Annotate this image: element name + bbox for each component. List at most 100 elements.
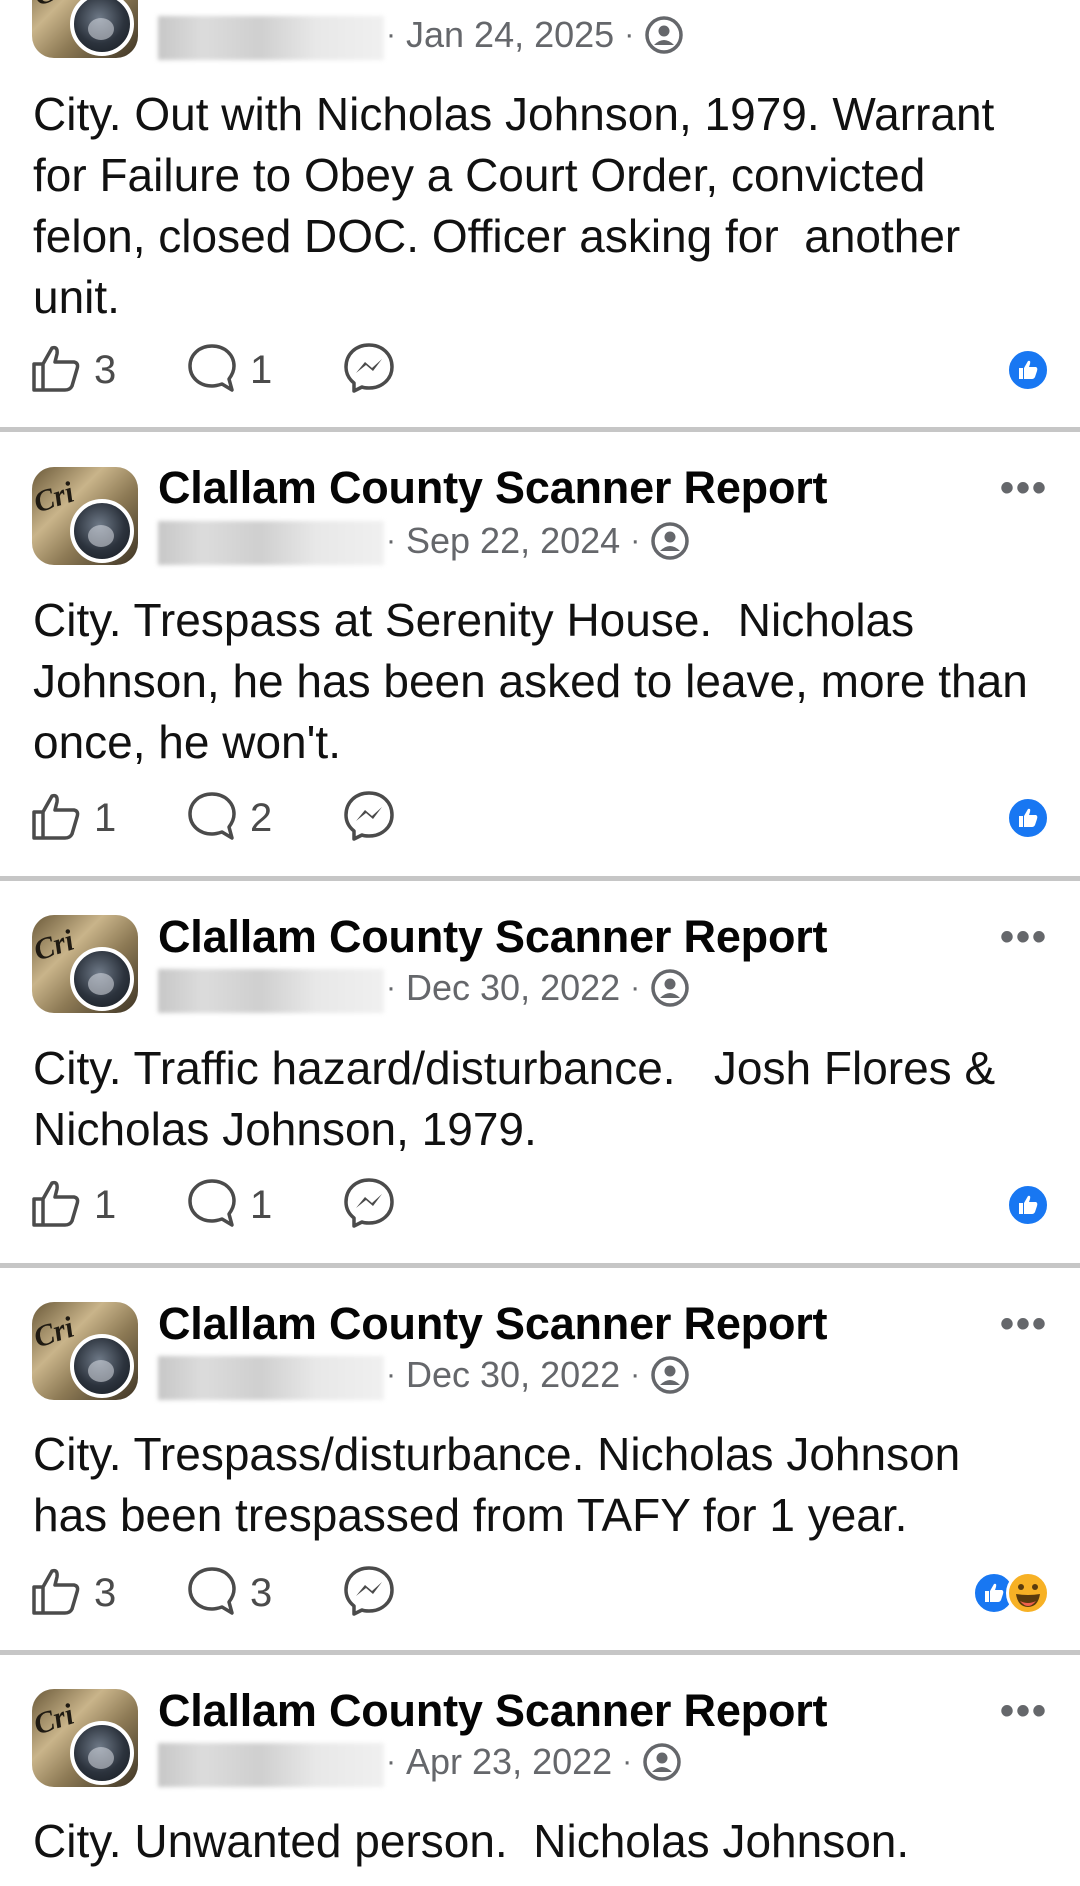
friends-audience-icon xyxy=(650,968,690,1008)
speech-bubble-icon xyxy=(186,1565,238,1622)
feed: Cri · Jan 24, 2025 · City. Out with Nich… xyxy=(0,0,1080,1886)
like-reaction-icon xyxy=(1006,796,1050,840)
speech-bubble-icon xyxy=(186,790,238,847)
comment-count: 2 xyxy=(250,795,273,840)
reaction-summary[interactable] xyxy=(1006,796,1050,840)
date-separator: · xyxy=(386,18,396,51)
avatar-badge xyxy=(70,1721,134,1785)
post-meta: · Apr 23, 2022 · xyxy=(386,1741,682,1783)
avatar-badge xyxy=(70,947,134,1011)
comment-button[interactable]: 1 xyxy=(186,342,272,398)
page-name[interactable]: Clallam County Scanner Report xyxy=(158,911,828,963)
like-button[interactable]: 1 xyxy=(30,790,116,846)
comment-count: 1 xyxy=(250,347,273,392)
author-name-blurred[interactable] xyxy=(158,521,384,565)
post-date[interactable]: Apr 23, 2022 xyxy=(406,1741,612,1783)
thumbs-up-outline-icon xyxy=(30,342,82,399)
comment-button[interactable]: 3 xyxy=(186,1565,272,1621)
share-messenger-button[interactable] xyxy=(342,1565,396,1621)
post-meta: · Dec 30, 2022 · xyxy=(386,1354,690,1396)
speech-bubble-icon xyxy=(186,342,238,399)
date-separator: · xyxy=(622,1745,633,1778)
avatar-logo-text: Cri xyxy=(32,1697,78,1742)
post: Cri Clallam County Scanner Report ••• · … xyxy=(0,881,1080,1266)
reaction-summary[interactable] xyxy=(1006,348,1050,392)
date-separator: · xyxy=(630,971,641,1004)
post-actions: 1 1 xyxy=(30,1177,1050,1233)
like-count: 1 xyxy=(94,1182,117,1227)
avatar-logo-text: Cri xyxy=(32,923,78,968)
page-avatar[interactable]: Cri xyxy=(32,467,138,565)
comment-count: 3 xyxy=(250,1570,273,1615)
friends-audience-icon xyxy=(642,1742,682,1782)
post-text: City. Trespass/disturbance. Nicholas Joh… xyxy=(33,1428,961,1541)
reaction-summary[interactable] xyxy=(972,1571,1050,1615)
post-date[interactable]: Dec 30, 2022 xyxy=(406,1354,620,1396)
post-actions: 3 3 xyxy=(30,1565,1050,1621)
messenger-icon xyxy=(342,341,396,400)
messenger-icon xyxy=(342,789,396,848)
reaction-summary[interactable] xyxy=(1006,1183,1050,1227)
avatar-badge xyxy=(70,499,134,563)
haha-reaction-icon xyxy=(1006,1571,1050,1615)
page-avatar[interactable]: Cri xyxy=(32,1302,138,1400)
messenger-icon xyxy=(342,1176,396,1235)
page-avatar[interactable]: Cri xyxy=(32,1689,138,1787)
page-avatar[interactable]: Cri xyxy=(32,0,138,58)
comment-button[interactable]: 2 xyxy=(186,790,272,846)
avatar-badge xyxy=(70,1334,134,1398)
date-separator: · xyxy=(386,1358,396,1391)
date-separator: · xyxy=(386,524,396,557)
friends-audience-icon xyxy=(644,15,684,55)
like-button[interactable]: 3 xyxy=(30,1565,116,1621)
post-date[interactable]: Dec 30, 2022 xyxy=(406,967,620,1009)
share-messenger-button[interactable] xyxy=(342,1177,396,1233)
like-button[interactable]: 3 xyxy=(30,342,116,398)
thumbs-up-outline-icon xyxy=(30,1177,82,1234)
author-name-blurred[interactable] xyxy=(158,16,384,60)
date-separator: · xyxy=(630,1358,641,1391)
author-name-blurred[interactable] xyxy=(158,1743,384,1787)
page-name[interactable]: Clallam County Scanner Report xyxy=(158,462,828,514)
page-avatar[interactable]: Cri xyxy=(32,915,138,1013)
friends-audience-icon xyxy=(650,521,690,561)
post-actions: 3 1 xyxy=(30,342,1050,398)
author-name-blurred[interactable] xyxy=(158,1356,384,1400)
comment-button[interactable]: 1 xyxy=(186,1177,272,1233)
post-meta: · Sep 22, 2024 · xyxy=(386,520,690,562)
friends-audience-icon xyxy=(650,1355,690,1395)
post: Cri · Jan 24, 2025 · City. Out with Nich… xyxy=(0,0,1080,430)
thumbs-up-outline-icon xyxy=(30,1565,82,1622)
post: Cri Clallam County Scanner Report ••• · … xyxy=(0,432,1080,877)
avatar-logo-text: Cri xyxy=(32,1310,78,1355)
like-count: 3 xyxy=(94,347,117,392)
like-count: 1 xyxy=(94,795,117,840)
post: Cri Clallam County Scanner Report ••• · … xyxy=(0,1268,1080,1653)
like-button[interactable]: 1 xyxy=(30,1177,116,1233)
comment-count: 1 xyxy=(250,1182,273,1227)
page-name[interactable]: Clallam County Scanner Report xyxy=(158,1298,828,1350)
more-options-button[interactable]: ••• xyxy=(1000,468,1048,508)
more-options-button[interactable]: ••• xyxy=(1000,1691,1048,1731)
like-count: 3 xyxy=(94,1570,117,1615)
post-actions: 1 2 xyxy=(30,790,1050,846)
date-separator: · xyxy=(386,971,396,1004)
post-date[interactable]: Jan 24, 2025 xyxy=(406,14,614,56)
more-options-button[interactable]: ••• xyxy=(1000,1304,1048,1344)
like-reaction-icon xyxy=(1006,1183,1050,1227)
page-name[interactable]: Clallam County Scanner Report xyxy=(158,1685,828,1737)
post-text: City. Trespass at Serenity House. Nichol… xyxy=(33,594,1028,768)
share-messenger-button[interactable] xyxy=(342,790,396,846)
avatar-badge xyxy=(70,0,134,56)
share-messenger-button[interactable] xyxy=(342,342,396,398)
author-name-blurred[interactable] xyxy=(158,969,384,1013)
post-text: City. Traffic hazard/disturbance. Josh F… xyxy=(33,1042,996,1155)
thumbs-up-outline-icon xyxy=(30,790,82,847)
like-reaction-icon xyxy=(1006,348,1050,392)
date-separator: · xyxy=(630,524,641,557)
more-options-button[interactable]: ••• xyxy=(1000,917,1048,957)
post-date[interactable]: Sep 22, 2024 xyxy=(406,520,620,562)
speech-bubble-icon xyxy=(186,1177,238,1234)
post-text: City. Unwanted person. Nicholas Johnson. xyxy=(33,1815,910,1867)
post-meta: · Jan 24, 2025 · xyxy=(386,14,684,56)
